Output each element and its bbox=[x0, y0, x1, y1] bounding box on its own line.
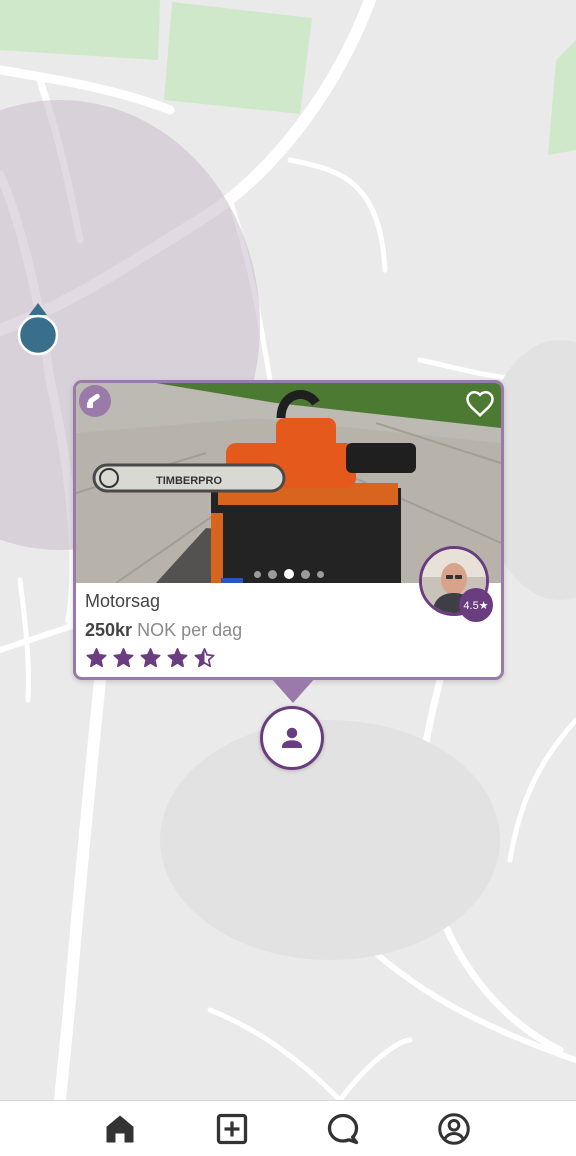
nav-add-listing[interactable] bbox=[214, 1111, 250, 1147]
star-half-icon bbox=[194, 648, 215, 668]
listing-map-marker[interactable] bbox=[260, 706, 324, 770]
chat-bubble-icon bbox=[327, 1113, 359, 1145]
star-full-icon bbox=[86, 648, 107, 668]
star-full-icon bbox=[167, 648, 188, 668]
listing-info: Motorsag 250kr NOK per dag bbox=[85, 591, 242, 669]
add-box-icon bbox=[216, 1113, 248, 1145]
card-pointer bbox=[270, 677, 316, 703]
chainsaw-icon bbox=[87, 393, 100, 408]
listing-title: Motorsag bbox=[85, 591, 161, 611]
listing-price: 250kr NOK per dag bbox=[85, 620, 242, 641]
price-unit: NOK per dag bbox=[137, 620, 243, 640]
current-location-icon bbox=[17, 303, 59, 356]
photo-pagination[interactable] bbox=[254, 569, 324, 579]
photo-brand-text: TIMBERPRO bbox=[156, 475, 222, 487]
price-amount: 250kr bbox=[85, 620, 133, 640]
pagination-dot[interactable] bbox=[254, 570, 261, 578]
listing-card[interactable]: TIMBERPRO 4.5★ Motorsag 250kr NOK per da… bbox=[73, 380, 504, 680]
star-full-icon bbox=[113, 648, 134, 668]
category-badge bbox=[79, 385, 111, 417]
star-full-icon bbox=[140, 648, 161, 668]
heart-outline-icon[interactable] bbox=[465, 389, 495, 419]
home-icon bbox=[106, 1115, 134, 1143]
map-view[interactable]: TIMBERPRO 4.5★ Motorsag 250kr NOK per da… bbox=[0, 0, 576, 1100]
owner-rating-badge: 4.5★ bbox=[459, 588, 493, 622]
pagination-dot[interactable] bbox=[317, 570, 324, 578]
person-icon bbox=[282, 727, 302, 748]
bottom-navigation bbox=[0, 1100, 576, 1156]
pagination-dot-active[interactable] bbox=[284, 569, 294, 579]
nav-profile[interactable] bbox=[436, 1111, 472, 1147]
pagination-dot[interactable] bbox=[268, 569, 277, 579]
pagination-dot[interactable] bbox=[301, 569, 310, 579]
rating-stars bbox=[85, 647, 242, 669]
nav-messages[interactable] bbox=[325, 1111, 361, 1147]
nav-home[interactable] bbox=[102, 1111, 138, 1147]
account-circle-icon bbox=[438, 1113, 470, 1145]
